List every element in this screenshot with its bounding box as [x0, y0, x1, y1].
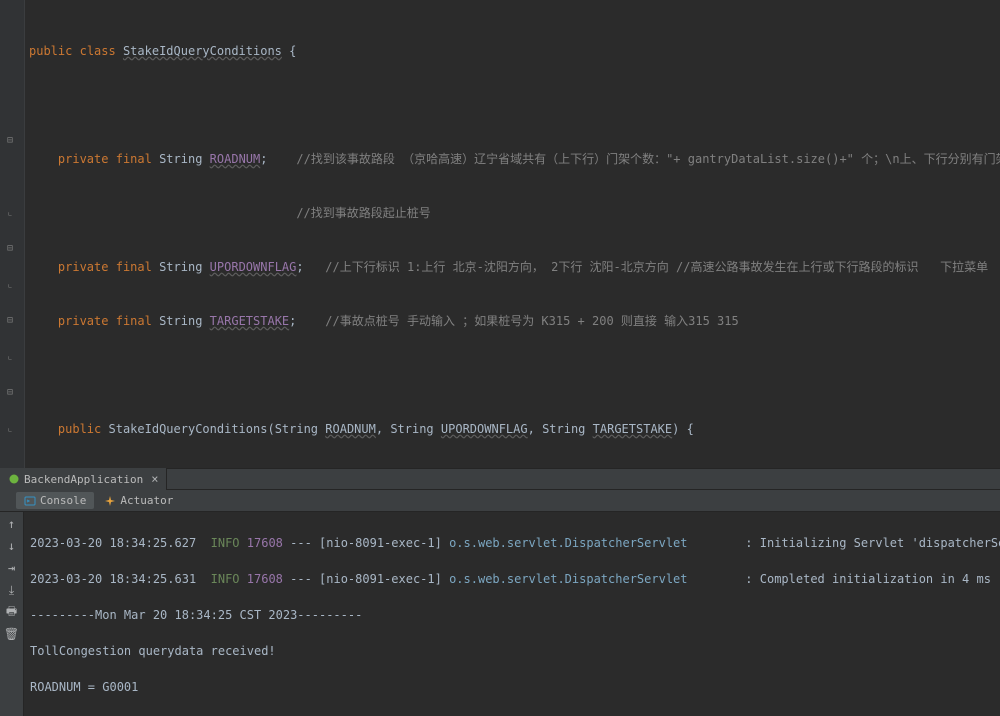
scroll-end-icon[interactable]: ⤓ [4, 582, 20, 598]
fold-start-icon[interactable]: ⊟ [0, 384, 20, 402]
scroll-up-icon[interactable]: ↑ [4, 516, 20, 532]
actuator-tab[interactable]: Actuator [96, 492, 181, 509]
console-wrap: ↑ ↓ ⇥ ⤓ 🖶 🗑 2023-03-20 18:34:25.627 INFO… [0, 512, 1000, 716]
run-tab-backend[interactable]: BackendApplication × [0, 468, 167, 490]
spring-icon [8, 473, 20, 485]
gutter: ⊟ ⌞ ⊟ ⌞ ⊟ ⌞ ⊟ ⌞ [0, 0, 25, 468]
scroll-down-icon[interactable]: ↓ [4, 538, 20, 554]
sub-tab-bar: Console Actuator [0, 490, 1000, 512]
fold-end-icon[interactable]: ⌞ [0, 420, 20, 438]
tab-label: BackendApplication [24, 473, 143, 486]
actuator-tab-label: Actuator [120, 494, 173, 507]
close-icon[interactable]: × [147, 472, 158, 486]
clear-icon[interactable]: 🗑 [4, 626, 20, 642]
console-tab-label: Console [40, 494, 86, 507]
console-icon [24, 495, 36, 507]
actuator-icon [104, 495, 116, 507]
print-icon[interactable]: 🖶 [4, 604, 20, 620]
fold-start-icon[interactable]: ⊟ [0, 132, 20, 150]
soft-wrap-icon[interactable]: ⇥ [4, 560, 20, 576]
fold-end-icon[interactable]: ⌞ [0, 204, 20, 222]
fold-start-icon[interactable]: ⊟ [0, 240, 20, 258]
fold-end-icon[interactable]: ⌞ [0, 276, 20, 294]
code-editor[interactable]: public class StakeIdQueryConditions { pr… [25, 0, 1000, 468]
console-tab[interactable]: Console [16, 492, 94, 509]
fold-end-icon[interactable]: ⌞ [0, 348, 20, 366]
editor-area: ⊟ ⌞ ⊟ ⌞ ⊟ ⌞ ⊟ ⌞ public class StakeIdQuer… [0, 0, 1000, 468]
fold-icon[interactable] [0, 6, 20, 24]
run-tab-bar: BackendApplication × [0, 468, 1000, 490]
tool-column: ↑ ↓ ⇥ ⤓ 🖶 🗑 [0, 512, 24, 716]
fold-start-icon[interactable]: ⊟ [0, 312, 20, 330]
console-output[interactable]: 2023-03-20 18:34:25.627 INFO 17608 --- [… [24, 512, 1000, 716]
